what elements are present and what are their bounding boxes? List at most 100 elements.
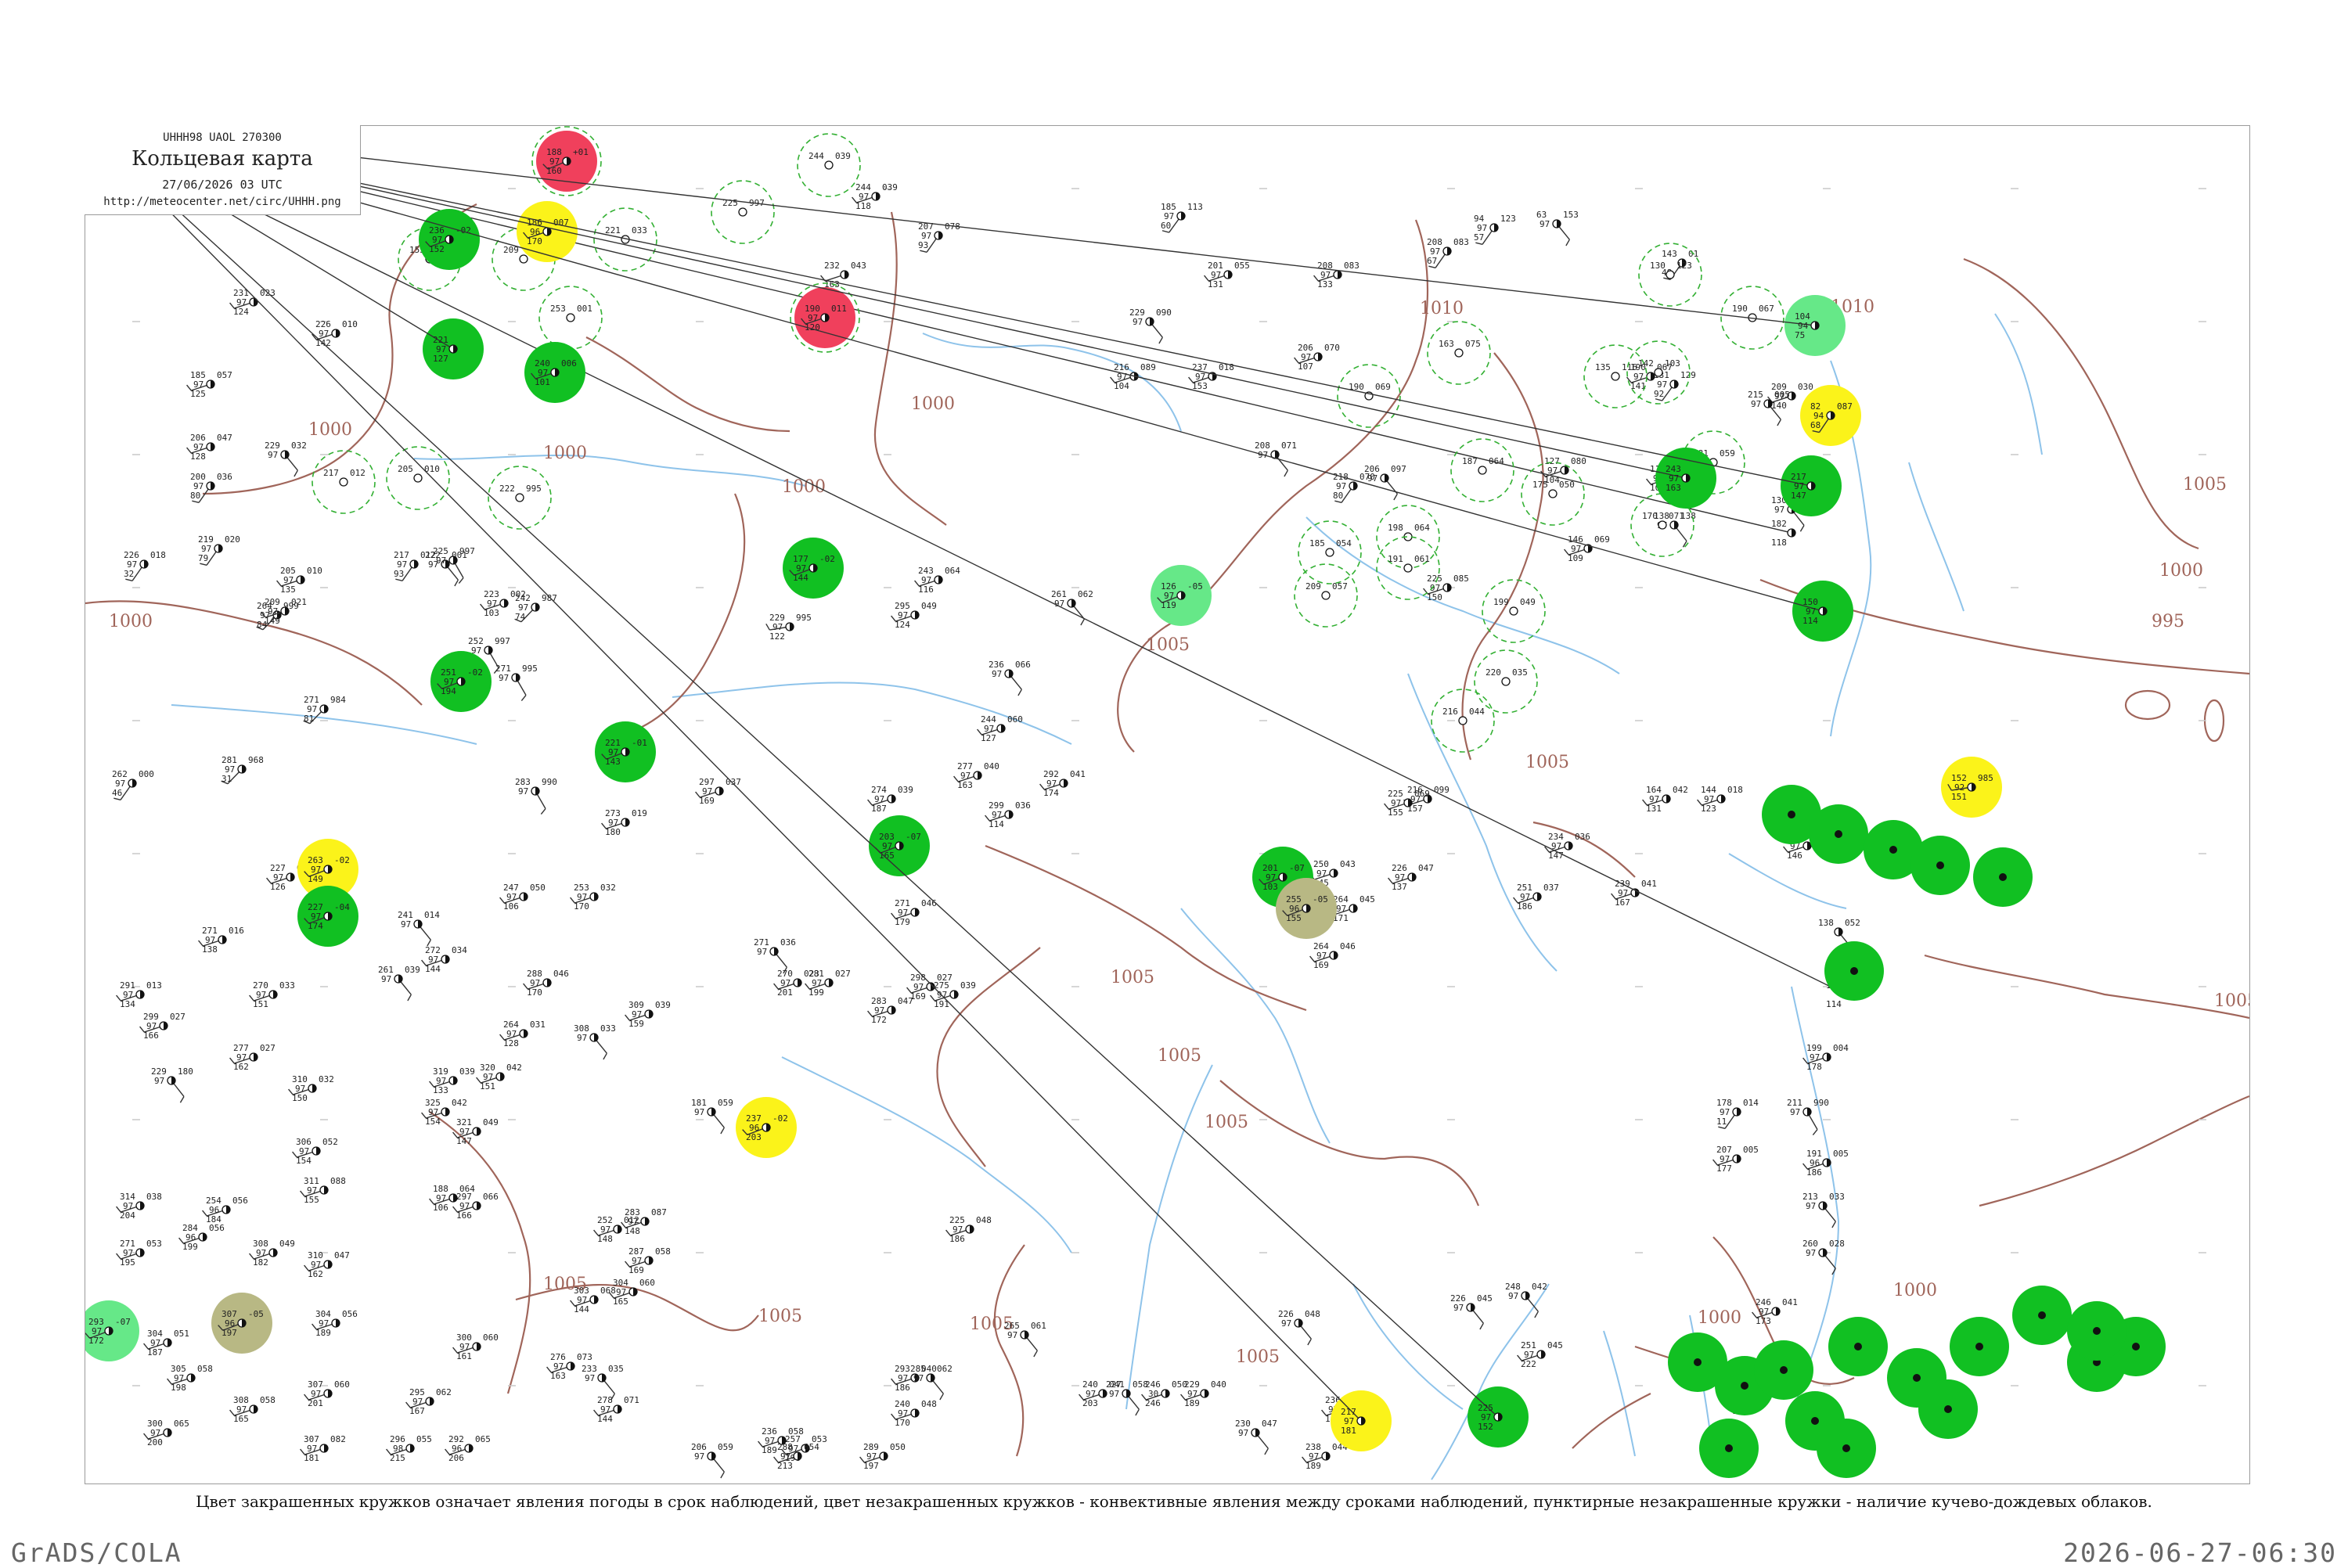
station-model[interactable]: 22997032 [265, 441, 307, 477]
cb-ring-station[interactable]: 222 995 [488, 466, 552, 530]
weather-phenomenon-station[interactable]: 25596155-05 [1276, 878, 1337, 939]
station-model[interactable]: 24497127060 [977, 714, 1023, 743]
cb-ring-station[interactable]: 163 075 [1427, 321, 1491, 385]
station-model[interactable]: 23097047 [1235, 1419, 1277, 1455]
station-model[interactable]: 22997189040 [1180, 1379, 1226, 1408]
station-model[interactable]: 24397116064 [914, 566, 961, 595]
station-model[interactable]: 23697066 [989, 660, 1031, 696]
station-model[interactable]: 30997159039 [625, 1000, 671, 1029]
station-model[interactable]: 22597150085 [1423, 574, 1469, 602]
station-model[interactable]: 22697142010 [312, 319, 358, 348]
station-model[interactable]: 1789711014 [1716, 1098, 1759, 1129]
station-model[interactable]: 30397144068 [570, 1286, 616, 1314]
station-model[interactable]: 31097162047 [304, 1250, 350, 1279]
station-model[interactable]: 22797058 [1106, 1379, 1148, 1416]
station-model[interactable]: 29297174041 [1039, 769, 1086, 798]
station-model[interactable]: 24097170048 [891, 1399, 937, 1428]
station-model[interactable]: 28496199056 [178, 1223, 225, 1252]
cb-ring-station[interactable]: 209 057 [1294, 563, 1358, 628]
station-model[interactable]: 29797169037 [695, 777, 741, 806]
cb-ring-station[interactable]: 205 010 [386, 446, 450, 510]
weather-phenomenon-station[interactable]: 22797174-04 [297, 886, 358, 947]
station-model[interactable]: 28797169058 [625, 1246, 671, 1275]
station-model[interactable]: 23497147036 [1544, 832, 1590, 861]
station-model[interactable]: 22697045 [1450, 1293, 1493, 1330]
weather-phenomenon-station[interactable]: 18897160+01 [531, 126, 602, 196]
station-model[interactable]: 30097200065 [143, 1419, 189, 1448]
station-model[interactable]: 25397170032 [570, 883, 616, 912]
station-model[interactable]: 24197014 [398, 910, 440, 947]
station-model[interactable]: 2009780036 [190, 472, 232, 503]
station-model[interactable]: 24897042 [1505, 1282, 1547, 1318]
station-model[interactable]: 23897189044 [1302, 1442, 1349, 1471]
station-model[interactable]: 30897182049 [249, 1239, 295, 1268]
weather-phenomenon-station[interactable]: 12697119-05 [1151, 565, 1212, 626]
station-model[interactable]: 20697107070 [1294, 343, 1340, 372]
station-model[interactable]: 22697048 [1278, 1309, 1320, 1346]
station-model[interactable]: 27197995 [495, 664, 538, 701]
cb-ring-station[interactable]: 185 054 [1298, 520, 1362, 584]
weather-phenomenon-station[interactable] [1754, 1340, 1813, 1400]
weather-phenomenon-station[interactable]: 23796203-02 [736, 1097, 797, 1158]
station-model[interactable]: 31197155088 [300, 1176, 346, 1205]
station-model[interactable]: 31097150032 [288, 1074, 334, 1103]
station-model[interactable]: 22697137047 [1388, 863, 1434, 892]
weather-phenomenon-station[interactable] [1817, 1419, 1876, 1478]
station-model[interactable]: 26497128031 [499, 1020, 546, 1048]
station-model[interactable]: 30897165058 [229, 1395, 275, 1424]
station-model[interactable]: 25197222045 [1517, 1340, 1563, 1369]
station-model[interactable]: 24697173041 [1752, 1297, 1798, 1326]
weather-phenomenon-station[interactable] [1973, 847, 2033, 907]
station-model[interactable]: 20597135010 [276, 566, 322, 595]
station-model[interactable]: 28397148087 [621, 1207, 667, 1236]
weather-phenomenon-station[interactable]: 15292151985 [1941, 757, 2002, 818]
cb-ring-station[interactable]: 220 035 [1474, 649, 1538, 714]
station-model[interactable]: 29597167062 [405, 1387, 452, 1416]
station-model[interactable]: 23997167041 [1611, 879, 1657, 908]
station-model[interactable]: 2629746000 [112, 769, 154, 800]
station-model[interactable]: 29597124049 [891, 601, 937, 630]
station-model[interactable]: 22997090 [1129, 307, 1172, 344]
station-model[interactable]: 22997122995 [765, 613, 812, 642]
station-model[interactable]: 31497204038 [116, 1192, 162, 1221]
weather-phenomenon-station[interactable]: 17797144-02 [783, 538, 844, 599]
station-model[interactable]: 20197131055 [1204, 261, 1250, 290]
station-model[interactable]: 30897033 [574, 1023, 616, 1060]
station-model[interactable]: 27097151033 [249, 980, 295, 1009]
station-model[interactable]: 29197134013 [116, 980, 162, 1009]
station-model[interactable]: 32097151042 [476, 1063, 522, 1091]
weather-phenomenon-station[interactable] [2067, 1301, 2127, 1361]
station-model[interactable]: 14697109069 [1564, 534, 1610, 563]
station-model[interactable]: 30697154052 [292, 1137, 338, 1166]
station-model[interactable]: 6397153 [1536, 210, 1579, 246]
station-model[interactable]: 27197138016 [198, 926, 244, 955]
station-model[interactable]: 20697059 [691, 1442, 733, 1479]
station-model[interactable]: 2429774987 [514, 593, 557, 623]
weather-phenomenon-station[interactable]: 25197194-02 [430, 651, 492, 712]
station-model[interactable]: 24630246050 [1141, 1379, 1187, 1408]
weather-phenomenon-station[interactable]: 829468087 [1800, 385, 1861, 446]
weather-phenomenon-station[interactable] [1809, 804, 1868, 864]
station-model[interactable]: 30497189056 [312, 1309, 358, 1338]
cb-ring-station[interactable]: 190 067 [1720, 286, 1784, 350]
station-model[interactable]: 26497169046 [1309, 941, 1356, 970]
station-model[interactable]: 25496184056 [202, 1196, 248, 1225]
station-model[interactable]: 28197199027 [805, 969, 851, 998]
weather-phenomenon-station[interactable] [1918, 1379, 1978, 1439]
station-model[interactable]: 27797162027 [229, 1043, 275, 1072]
station-model[interactable]: 28997197050 [859, 1442, 906, 1471]
station-model[interactable]: 27797163040 [953, 761, 999, 790]
station-model[interactable]: 28897170046 [523, 969, 569, 998]
station-model[interactable]: 28397990 [515, 777, 557, 815]
station-model[interactable]: 32197147049 [452, 1117, 499, 1146]
station-model[interactable]: 30797201060 [304, 1379, 350, 1408]
weather-phenomenon-station[interactable] [1910, 836, 1970, 895]
station-model[interactable]: 27197195053 [116, 1239, 162, 1268]
station-model[interactable]: 30497187051 [143, 1329, 189, 1358]
station-model[interactable]: 28397172047 [867, 996, 913, 1025]
station-model[interactable]: 2089767083 [1427, 237, 1469, 268]
weather-phenomenon-station[interactable] [1950, 1317, 2009, 1376]
station-model[interactable]: 30797181082 [300, 1434, 346, 1463]
station-model[interactable]: 24497118039 [852, 182, 898, 211]
station-model[interactable]: 30597198058 [167, 1364, 213, 1393]
